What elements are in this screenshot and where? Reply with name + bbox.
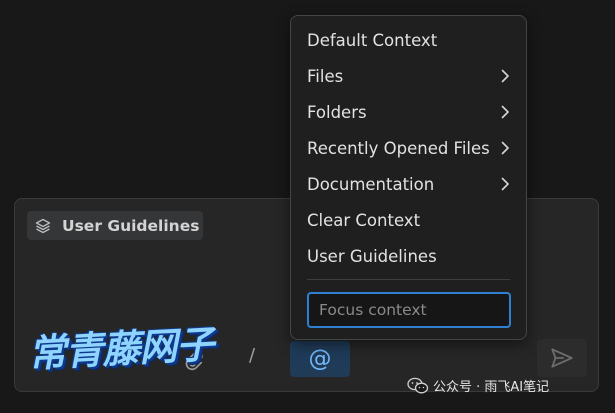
app-window: User Guidelines / @ 常青藤网子 公众号 · 雨飞AI笔记 D… — [0, 0, 615, 413]
menu-item-label: Clear Context — [307, 210, 421, 230]
context-menu-list: Default Context Files Folders Recently O… — [291, 22, 526, 274]
chevron-right-icon — [499, 141, 511, 155]
menu-item-user-guidelines[interactable]: User Guidelines — [291, 238, 526, 274]
context-chip-label: User Guidelines — [62, 216, 200, 235]
wechat-watermark: 公众号 · 雨飞AI笔记 — [407, 376, 549, 395]
send-button[interactable] — [537, 339, 587, 377]
menu-item-recently-opened-files[interactable]: Recently Opened Files — [291, 130, 526, 166]
chevron-right-icon — [499, 105, 511, 119]
menu-item-label: Folders — [307, 102, 367, 122]
menu-item-label: Documentation — [307, 174, 435, 194]
send-icon — [549, 345, 575, 371]
menu-divider — [307, 279, 510, 280]
context-chip-user-guidelines[interactable]: User Guidelines — [27, 211, 203, 240]
slash-command-button[interactable]: / — [249, 345, 255, 366]
menu-item-default-context[interactable]: Default Context — [291, 22, 526, 58]
menu-item-folders[interactable]: Folders — [291, 94, 526, 130]
chevron-right-icon — [499, 177, 511, 191]
wechat-label: 公众号 · 雨飞AI笔记 — [433, 380, 550, 395]
chevron-right-icon — [499, 69, 511, 83]
layers-icon — [35, 218, 51, 234]
menu-item-clear-context[interactable]: Clear Context — [291, 202, 526, 238]
focus-context-input[interactable] — [307, 292, 511, 328]
menu-item-label: User Guidelines — [307, 246, 437, 266]
menu-item-documentation[interactable]: Documentation — [291, 166, 526, 202]
menu-item-files[interactable]: Files — [291, 58, 526, 94]
menu-item-label: Files — [307, 66, 344, 86]
context-menu: Default Context Files Folders Recently O… — [290, 15, 527, 340]
menu-item-label: Recently Opened Files — [307, 138, 490, 158]
wechat-icon — [407, 377, 429, 395]
menu-item-label: Default Context — [307, 30, 438, 50]
mention-button[interactable]: @ — [290, 341, 350, 377]
watermark-overlay: 常青藤网子 — [27, 322, 215, 376]
